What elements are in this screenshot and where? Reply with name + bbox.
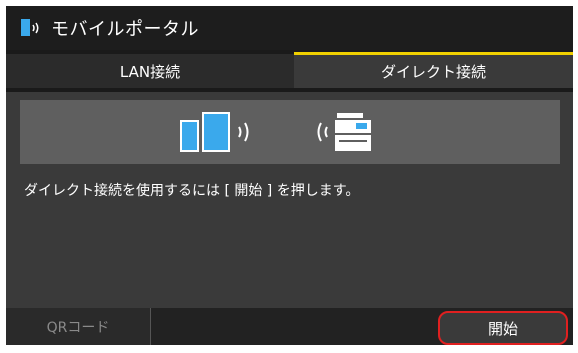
phone-icon (180, 120, 199, 152)
tab-label: LAN接続 (119, 62, 181, 81)
connection-illustration (20, 100, 560, 164)
tab-lan-connection[interactable]: LAN接続 (6, 54, 294, 88)
bottom-bar: QRコード 開始 (6, 308, 573, 345)
printer-icon (335, 113, 371, 151)
tablet-icon (202, 112, 230, 152)
qr-code-label: QRコード (46, 319, 110, 336)
title-bar: モバイルポータル (6, 6, 573, 50)
tab-bar: LAN接続 ダイレクト接続 (6, 50, 573, 92)
signal-waves-icon (238, 122, 328, 142)
printer-panel-screen: モバイルポータル LAN接続 ダイレクト接続 ダイレクト接続を使用するには [… (6, 6, 573, 345)
tab-label: ダイレクト接続 (380, 63, 486, 81)
start-label: 開始 (487, 319, 518, 338)
page-title: モバイルポータル (51, 19, 199, 40)
start-button[interactable]: 開始 (438, 311, 568, 345)
qr-code-button[interactable]: QRコード (6, 308, 151, 345)
mobile-portal-icon (19, 16, 43, 40)
content-area: ダイレクト接続を使用するには [ 開始 ] を押します。 (6, 92, 573, 306)
instruction-message: ダイレクト接続を使用するには [ 開始 ] を押します。 (24, 183, 360, 199)
tab-direct-connection[interactable]: ダイレクト接続 (294, 52, 573, 88)
